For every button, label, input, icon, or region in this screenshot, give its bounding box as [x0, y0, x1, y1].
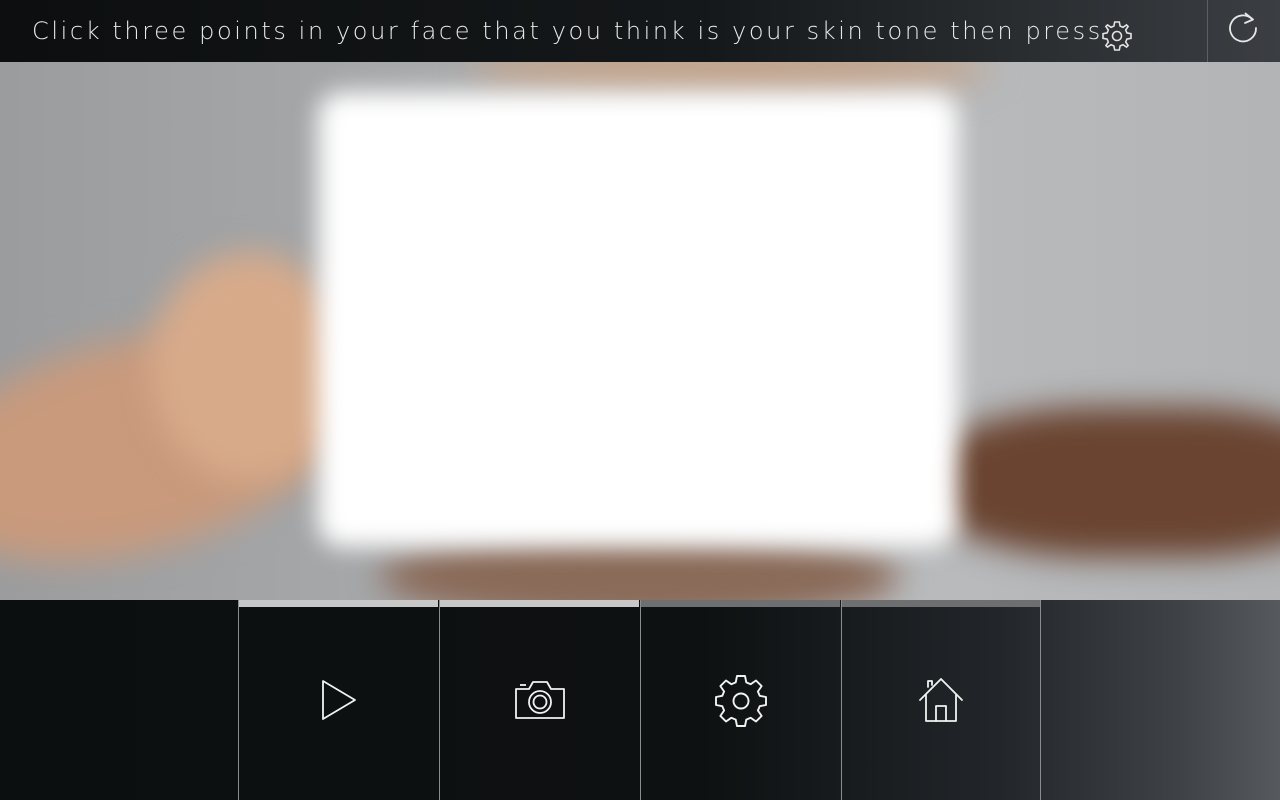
- play-icon: [319, 678, 359, 722]
- skin-tone-app: Click three points in your face that you…: [0, 0, 1280, 800]
- gear-icon: [714, 673, 768, 727]
- home-icon: [917, 676, 965, 724]
- play-button[interactable]: [238, 600, 438, 800]
- camera-button[interactable]: [439, 600, 639, 800]
- home-button[interactable]: [841, 600, 1041, 800]
- camera-preview[interactable]: [0, 62, 1280, 600]
- camera-button-strip: [440, 600, 639, 607]
- bottom-toolbar: [0, 600, 1280, 800]
- preview-paper: [318, 92, 958, 547]
- settings-button-strip: [641, 600, 840, 607]
- preview-arm-right: [930, 407, 1280, 557]
- play-button-strip: [239, 600, 438, 607]
- top-bar: Click three points in your face that you…: [0, 0, 1280, 62]
- refresh-icon: [1226, 9, 1262, 54]
- instruction-text: Click three points in your face that you…: [32, 17, 1103, 45]
- camera-icon: [513, 679, 567, 721]
- refresh-button[interactable]: [1207, 0, 1280, 62]
- settings-button[interactable]: [640, 600, 840, 800]
- gear-icon: [1100, 19, 1134, 53]
- home-button-strip: [842, 600, 1040, 607]
